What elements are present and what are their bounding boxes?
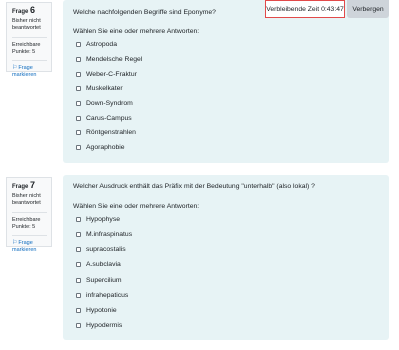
question-grade: Erreichbare Punkte: 5 [12,37,47,56]
answer-option[interactable]: Mendelsche Regel [76,54,142,64]
answer-prompt: Wählen Sie eine oder mehrere Antworten: [73,203,200,210]
answer-option[interactable]: M.infraspinatus [76,229,132,239]
question-state: Bisher nicht beantwortet [12,18,41,31]
checkbox[interactable] [76,129,81,135]
checkbox[interactable] [76,115,81,121]
question-info-6: Frage 6 Bisher nicht beantwortet Erreich… [6,2,52,78]
question-content-6: Welche nachfolgenden Begriffe sind Epony… [63,0,389,163]
checkbox[interactable] [76,100,81,106]
flag-question-link[interactable]: ⚐Frage markieren [12,60,47,79]
checkbox[interactable] [76,85,81,91]
answer-option[interactable]: Hypodermis [76,320,122,330]
answer-option[interactable]: Hypophyse [76,214,120,224]
answer-option[interactable]: Agoraphobie [76,142,125,152]
answer-option[interactable]: Down-Syndrom [76,98,133,108]
answer-option[interactable]: Supercilium [76,275,122,285]
checkbox[interactable] [76,307,81,313]
question-state: Bisher nicht beantwortet [12,193,41,206]
question-text: Welcher Ausdruck enthält das Präfix mit … [73,183,315,190]
answer-option[interactable]: Astropoda [76,39,117,49]
flag-question-link[interactable]: ⚐Frage markieren [12,235,47,254]
checkbox[interactable] [76,71,81,77]
flag-icon: ⚐ [12,65,18,71]
question-grade: Erreichbare Punkte: 5 [12,212,47,231]
timer: Verbleibende Zeit 0:43:47 [265,0,345,18]
answer-option[interactable]: Muskelkater [76,83,123,93]
answer-option[interactable]: infrahepaticus [76,290,128,300]
checkbox[interactable] [76,56,81,62]
question-text: Welche nachfolgenden Begriffe sind Epony… [73,9,216,16]
answer-option[interactable]: Weber-C-Fraktur [76,69,137,79]
answer-option[interactable]: Hypotonie [76,305,117,315]
answer-option[interactable]: Carus-Campus [76,113,132,123]
checkbox[interactable] [76,261,81,267]
checkbox[interactable] [76,246,81,252]
checkbox[interactable] [76,216,81,222]
answer-option[interactable]: Röntgenstrahlen [76,127,136,137]
question-content-7: Welcher Ausdruck enthält das Präfix mit … [63,175,389,340]
checkbox[interactable] [76,41,81,47]
question-number: Frage 7 [12,180,36,191]
checkbox[interactable] [76,322,81,328]
answer-prompt: Wählen Sie eine oder mehrere Antworten: [73,28,200,35]
checkbox[interactable] [76,277,81,283]
hide-timer-button[interactable]: Verbergen [347,0,389,18]
question-number: Frage 6 [12,5,36,16]
question-info-7: Frage 7 Bisher nicht beantwortet Erreich… [6,177,52,253]
checkbox[interactable] [76,144,81,150]
checkbox[interactable] [76,231,81,237]
answer-option[interactable]: supracostalis [76,244,126,254]
answer-option[interactable]: A.subclavia [76,259,121,269]
checkbox[interactable] [76,292,81,298]
flag-icon: ⚐ [12,240,18,246]
